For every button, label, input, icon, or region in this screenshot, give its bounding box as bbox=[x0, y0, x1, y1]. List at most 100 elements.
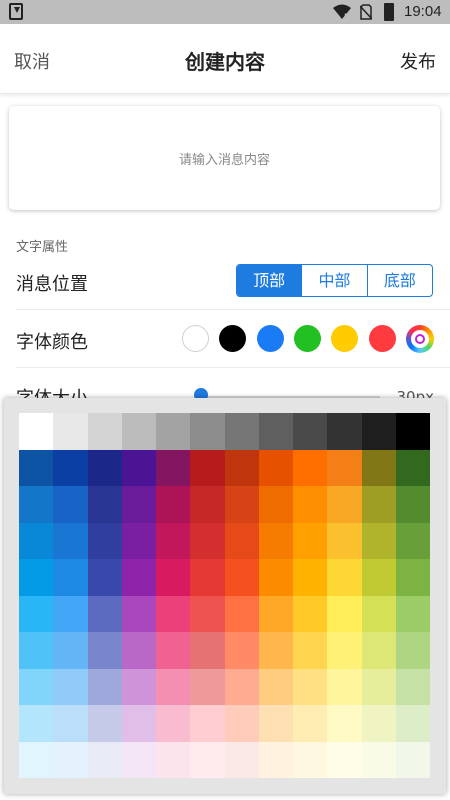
palette-swatch[interactable] bbox=[87, 449, 122, 486]
palette-swatch[interactable] bbox=[258, 449, 293, 486]
palette-swatch[interactable] bbox=[258, 486, 293, 523]
palette-swatch[interactable] bbox=[258, 705, 293, 742]
palette-swatch[interactable] bbox=[19, 632, 54, 669]
palette-swatch[interactable] bbox=[87, 559, 122, 596]
palette-swatch[interactable] bbox=[156, 486, 191, 523]
palette-swatch[interactable] bbox=[258, 413, 293, 450]
palette-swatch[interactable] bbox=[19, 413, 54, 450]
palette-swatch[interactable] bbox=[121, 559, 156, 596]
palette-swatch[interactable] bbox=[258, 522, 293, 559]
palette-swatch[interactable] bbox=[361, 413, 396, 450]
palette-swatch[interactable] bbox=[327, 559, 362, 596]
palette-swatch[interactable] bbox=[53, 668, 88, 705]
palette-swatch[interactable] bbox=[87, 522, 122, 559]
palette-swatch[interactable] bbox=[121, 705, 156, 742]
palette-swatch[interactable] bbox=[224, 668, 259, 705]
palette-swatch[interactable] bbox=[190, 595, 225, 632]
palette-swatch[interactable] bbox=[19, 486, 54, 523]
palette-swatch[interactable] bbox=[190, 559, 225, 596]
palette-swatch[interactable] bbox=[293, 522, 328, 559]
palette-swatch[interactable] bbox=[327, 632, 362, 669]
palette-swatch[interactable] bbox=[156, 741, 191, 778]
palette-swatch[interactable] bbox=[395, 559, 430, 596]
palette-swatch[interactable] bbox=[53, 486, 88, 523]
position-option-top[interactable]: 顶部 bbox=[237, 265, 303, 296]
palette-swatch[interactable] bbox=[293, 559, 328, 596]
palette-swatch[interactable] bbox=[395, 668, 430, 705]
palette-swatch[interactable] bbox=[327, 668, 362, 705]
palette-swatch[interactable] bbox=[361, 486, 396, 523]
color-swatch-blue[interactable] bbox=[257, 325, 284, 352]
palette-swatch[interactable] bbox=[53, 705, 88, 742]
palette-swatch[interactable] bbox=[327, 522, 362, 559]
color-swatch-yellow[interactable] bbox=[331, 325, 358, 352]
palette-swatch[interactable] bbox=[258, 595, 293, 632]
palette-swatch[interactable] bbox=[258, 632, 293, 669]
palette-swatch[interactable] bbox=[361, 595, 396, 632]
palette-swatch[interactable] bbox=[224, 705, 259, 742]
palette-swatch[interactable] bbox=[258, 559, 293, 596]
palette-swatch[interactable] bbox=[327, 413, 362, 450]
palette-swatch[interactable] bbox=[121, 449, 156, 486]
palette-swatch[interactable] bbox=[53, 449, 88, 486]
palette-swatch[interactable] bbox=[395, 595, 430, 632]
palette-swatch[interactable] bbox=[395, 632, 430, 669]
palette-swatch[interactable] bbox=[190, 632, 225, 669]
palette-swatch[interactable] bbox=[395, 449, 430, 486]
palette-swatch[interactable] bbox=[395, 486, 430, 523]
color-swatch-black[interactable] bbox=[219, 325, 246, 352]
palette-swatch[interactable] bbox=[156, 522, 191, 559]
palette-swatch[interactable] bbox=[87, 668, 122, 705]
palette-swatch[interactable] bbox=[190, 741, 225, 778]
palette-swatch[interactable] bbox=[156, 668, 191, 705]
palette-swatch[interactable] bbox=[224, 741, 259, 778]
color-swatch-green[interactable] bbox=[294, 325, 321, 352]
palette-swatch[interactable] bbox=[190, 705, 225, 742]
palette-swatch[interactable] bbox=[395, 413, 430, 450]
publish-button[interactable]: 发布 bbox=[400, 48, 436, 74]
message-input[interactable]: 请输入消息内容 bbox=[9, 106, 440, 210]
palette-swatch[interactable] bbox=[156, 559, 191, 596]
palette-swatch[interactable] bbox=[121, 522, 156, 559]
palette-swatch[interactable] bbox=[190, 668, 225, 705]
palette-swatch[interactable] bbox=[293, 486, 328, 523]
color-swatch-white[interactable] bbox=[182, 325, 209, 352]
position-option-middle[interactable]: 中部 bbox=[302, 265, 368, 296]
palette-swatch[interactable] bbox=[361, 449, 396, 486]
palette-swatch[interactable] bbox=[293, 595, 328, 632]
palette-swatch[interactable] bbox=[19, 449, 54, 486]
palette-swatch[interactable] bbox=[224, 632, 259, 669]
palette-swatch[interactable] bbox=[87, 486, 122, 523]
palette-swatch[interactable] bbox=[258, 668, 293, 705]
palette-swatch[interactable] bbox=[293, 632, 328, 669]
palette-swatch[interactable] bbox=[87, 413, 122, 450]
palette-swatch[interactable] bbox=[19, 668, 54, 705]
palette-swatch[interactable] bbox=[121, 741, 156, 778]
palette-swatch[interactable] bbox=[156, 449, 191, 486]
palette-swatch[interactable] bbox=[53, 632, 88, 669]
palette-swatch[interactable] bbox=[53, 413, 88, 450]
palette-swatch[interactable] bbox=[53, 741, 88, 778]
color-wheel-icon[interactable] bbox=[406, 325, 434, 353]
palette-swatch[interactable] bbox=[87, 705, 122, 742]
palette-swatch[interactable] bbox=[224, 522, 259, 559]
palette-swatch[interactable] bbox=[293, 668, 328, 705]
palette-swatch[interactable] bbox=[224, 449, 259, 486]
palette-swatch[interactable] bbox=[156, 632, 191, 669]
palette-swatch[interactable] bbox=[190, 486, 225, 523]
palette-swatch[interactable] bbox=[121, 595, 156, 632]
palette-swatch[interactable] bbox=[156, 595, 191, 632]
palette-swatch[interactable] bbox=[361, 705, 396, 742]
palette-swatch[interactable] bbox=[19, 741, 54, 778]
palette-swatch[interactable] bbox=[156, 705, 191, 742]
palette-swatch[interactable] bbox=[293, 413, 328, 450]
palette-swatch[interactable] bbox=[293, 705, 328, 742]
palette-swatch[interactable] bbox=[19, 705, 54, 742]
palette-swatch[interactable] bbox=[395, 522, 430, 559]
palette-swatch[interactable] bbox=[327, 741, 362, 778]
color-swatch-red[interactable] bbox=[369, 325, 396, 352]
palette-swatch[interactable] bbox=[53, 522, 88, 559]
palette-swatch[interactable] bbox=[190, 413, 225, 450]
palette-swatch[interactable] bbox=[19, 595, 54, 632]
palette-swatch[interactable] bbox=[327, 705, 362, 742]
